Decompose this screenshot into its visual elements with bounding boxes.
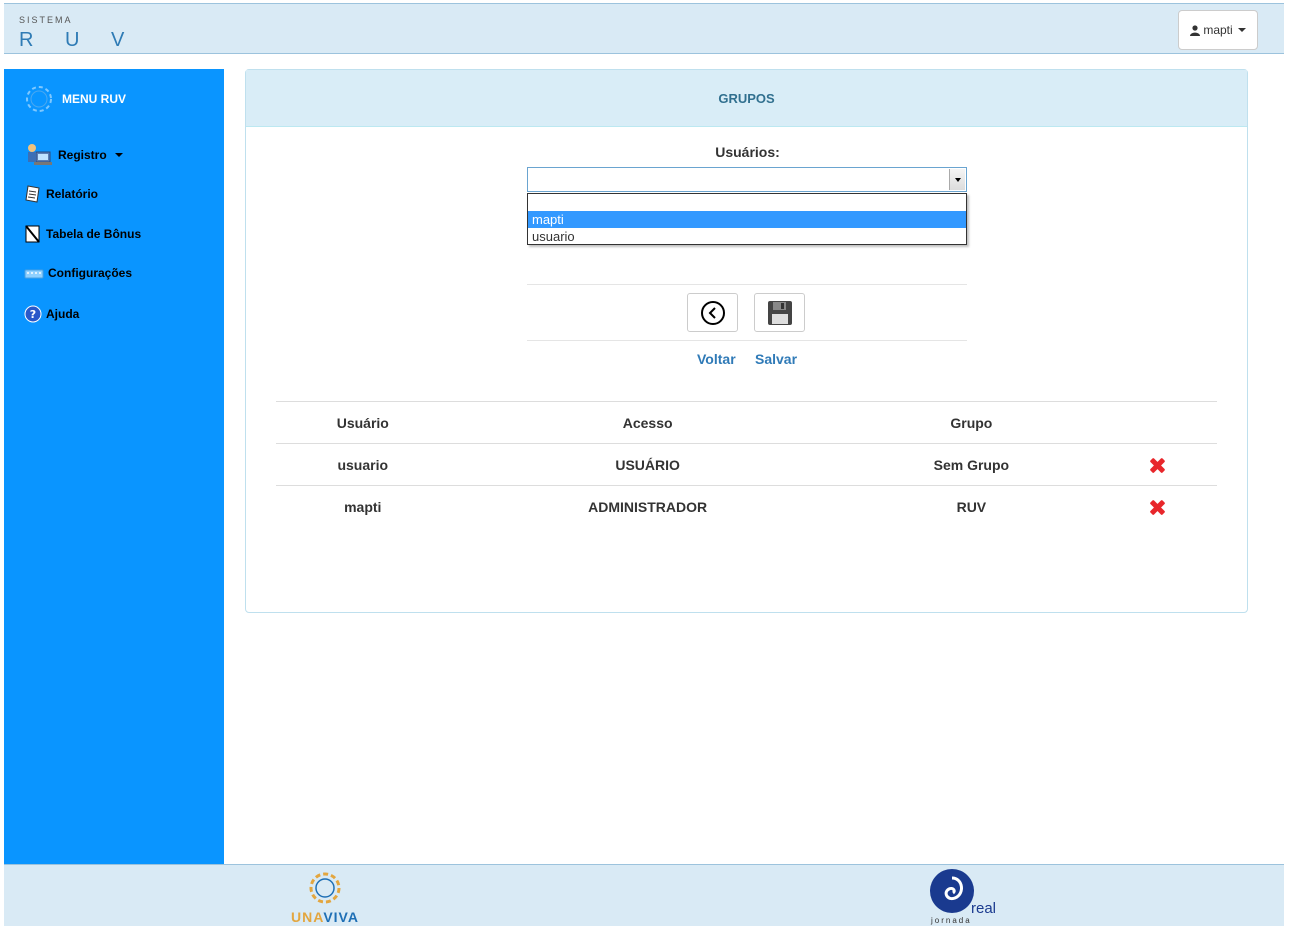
cell-actions: [1097, 485, 1217, 528]
sidebar-item-label: Configurações: [48, 266, 133, 280]
select-dropdown-arrow[interactable]: [949, 169, 965, 190]
column-header: Acesso: [449, 401, 846, 444]
table-row: mapti ADMINISTRADOR RUV: [276, 485, 1217, 528]
back-arrow-icon: [700, 300, 725, 325]
cell-acesso: USUÁRIO: [449, 443, 846, 486]
chevron-down-icon: [1237, 28, 1246, 32]
menu-title-label: MENU RUV: [62, 92, 127, 106]
sidebar-item-configuracoes[interactable]: Configurações: [24, 265, 132, 281]
sidebar-item-registro[interactable]: Registro: [24, 142, 123, 168]
unaviva-logo: UNAVIVA: [280, 870, 370, 925]
unaviva-emblem-icon: [309, 872, 341, 904]
sidebar-item-relatorio[interactable]: Relatório: [24, 185, 98, 203]
sidebar-item-label: Ajuda: [46, 307, 80, 321]
cell-usuario: mapti: [276, 485, 450, 528]
cell-usuario: usuario: [276, 443, 450, 486]
sidebar-item-label: Tabela de Bônus: [46, 227, 142, 241]
brand-subtitle: SISTEMA: [19, 15, 73, 25]
cell-actions: [1097, 443, 1217, 486]
jornada-real-emblem-icon: [930, 869, 974, 913]
dropdown-option[interactable]: mapti: [528, 211, 966, 228]
users-dropdown-list: mapti usuario: [527, 193, 967, 245]
unaviva-logo-text: UNAVIVA: [291, 909, 359, 925]
report-icon: [25, 185, 40, 203]
users-select[interactable]: [527, 167, 967, 192]
logo-real-text: real: [971, 900, 997, 917]
dropdown-option-empty[interactable]: [528, 194, 966, 211]
back-button[interactable]: [687, 293, 738, 332]
column-header: Usuário: [276, 401, 450, 444]
column-header: Grupo: [845, 401, 1097, 444]
divider: [527, 284, 967, 285]
table-header-row: Usuário Acesso Grupo: [276, 401, 1217, 444]
back-link[interactable]: Voltar: [697, 351, 736, 367]
users-field-label: Usuários:: [715, 144, 780, 160]
sidebar-menu-title: MENU RUV: [24, 84, 126, 114]
save-link[interactable]: Salvar: [755, 351, 797, 367]
groups-panel: GRUPOS Usuários: mapti usuario Voltar Sa…: [245, 69, 1248, 613]
user-icon: [1190, 24, 1201, 36]
user-menu-button[interactable]: mapti: [1178, 10, 1258, 50]
user-name: mapti: [1203, 23, 1233, 37]
sidebar-item-label: Relatório: [46, 187, 99, 201]
cell-acesso: ADMINISTRADOR: [449, 485, 846, 528]
table-icon: [25, 225, 40, 243]
logo-jornada-text: jornada: [931, 916, 972, 925]
chevron-down-icon: [114, 153, 123, 157]
panel-title: GRUPOS: [246, 70, 1247, 127]
dropdown-option[interactable]: usuario: [528, 228, 966, 245]
save-button[interactable]: [754, 293, 805, 332]
keyboard-icon: [24, 269, 44, 279]
floppy-disk-icon: [767, 300, 792, 325]
help-icon: ?: [24, 305, 42, 323]
sidebar-item-tabela-bonus[interactable]: Tabela de Bônus: [24, 225, 141, 243]
top-navbar: SISTEMA R U V mapti: [4, 3, 1284, 54]
column-header: [1097, 401, 1217, 444]
jornada-real-logo: real jornada: [929, 868, 1029, 926]
cell-grupo: RUV: [845, 485, 1097, 528]
table-row: usuario USUÁRIO Sem Grupo: [276, 443, 1217, 486]
groups-table: Usuário Acesso Grupo usuario USUÁRIO Sem…: [276, 401, 1217, 528]
svg-text:?: ?: [30, 308, 36, 321]
user-computer-icon: [28, 144, 52, 165]
footer: UNAVIVA real jornada: [4, 864, 1284, 926]
sidebar-item-label: Registro: [58, 148, 107, 162]
chevron-down-icon: [954, 177, 961, 182]
sidebar: MENU RUV Registro Relatório Tabela de Bô…: [4, 69, 224, 864]
cell-grupo: Sem Grupo: [845, 443, 1097, 486]
menu-logo-icon: [26, 86, 52, 112]
delete-icon[interactable]: [1149, 457, 1165, 473]
sidebar-item-ajuda[interactable]: ? Ajuda: [24, 305, 79, 323]
brand-title[interactable]: R U V: [19, 29, 137, 52]
delete-icon[interactable]: [1149, 499, 1165, 515]
divider: [527, 340, 967, 341]
